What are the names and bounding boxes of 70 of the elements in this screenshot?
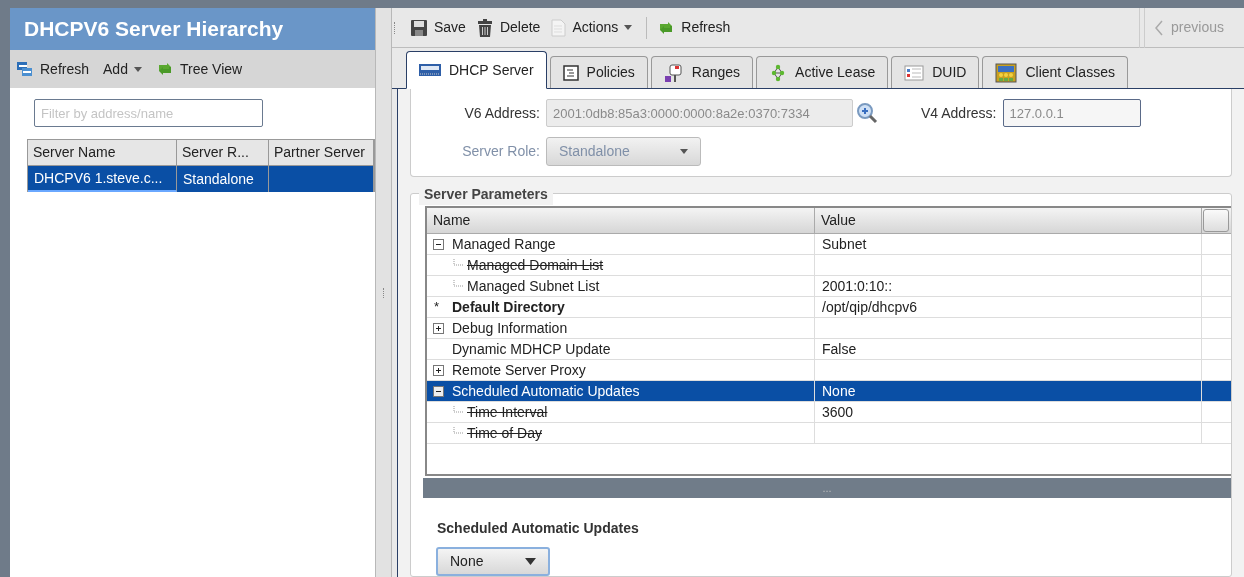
add-menu-button[interactable]: Add <box>103 58 142 80</box>
column-header[interactable]: Value <box>815 208 1202 233</box>
toolbar-button[interactable]: Delete <box>475 17 541 38</box>
column-header[interactable]: Partner Server <box>269 140 374 165</box>
field-label: V4 Address: <box>921 103 997 123</box>
parameter-value: Subnet <box>822 234 867 254</box>
parameter-name: Remote Server Proxy <box>452 360 586 380</box>
tree-row[interactable]: Managed Subnet List 2001:0:10:: <box>427 276 1231 297</box>
panel-title: DHCPV6 Server Hierarchy <box>10 8 375 50</box>
parameter-value: None <box>822 381 856 401</box>
field-label: Server Role: <box>461 142 541 161</box>
trash-icon <box>475 18 494 37</box>
parameter-name: Time Interval <box>467 402 548 422</box>
toolbar-button[interactable]: Save <box>410 17 466 38</box>
required-mark: * <box>433 298 441 317</box>
filter-field[interactable]: Filter by address/name <box>34 99 263 127</box>
schedule-dropdown[interactable]: None <box>436 547 550 576</box>
detail-title: Scheduled Automatic Updates <box>437 519 640 538</box>
tree-row[interactable]: Managed Range Subnet <box>427 234 1231 255</box>
tab[interactable]: DUID <box>891 56 980 88</box>
tree-row[interactable]: Scheduled Automatic Updates None <box>427 381 1231 402</box>
parameter-name: Managed Subnet List <box>467 276 600 296</box>
column-header[interactable]: Name <box>427 208 815 233</box>
column-header[interactable]: Server R... <box>177 140 269 165</box>
parameter-name: Debug Information <box>452 318 568 338</box>
tree-row[interactable]: Dynamic MDHCP Update False <box>427 339 1231 360</box>
column-header[interactable]: Server Name <box>28 140 177 165</box>
toolbar-button[interactable]: Tree View <box>155 58 243 80</box>
tab[interactable]: Client Classes <box>982 56 1128 88</box>
tab[interactable]: DHCP Server <box>406 51 547 89</box>
toolbar-button[interactable]: Refresh <box>16 58 90 80</box>
parameter-value: 2001:0:10:: <box>822 276 893 296</box>
caret-icon <box>525 558 536 565</box>
document-icon <box>550 18 567 37</box>
save-icon <box>410 18 428 37</box>
caret-icon <box>680 149 688 154</box>
parameter-name: Managed Domain List <box>467 255 604 275</box>
parameter-name: Scheduled Automatic Updates <box>452 381 640 401</box>
people-group-icon <box>995 62 1018 83</box>
zoom-in-icon[interactable] <box>856 102 878 124</box>
table-cell: DHCPV6 1.steve.c... <box>28 166 177 192</box>
tab[interactable]: Policies <box>549 56 648 88</box>
server-card-icon <box>419 63 441 77</box>
toolbar-button[interactable]: Actions <box>550 17 633 38</box>
table-icon <box>904 64 925 81</box>
mailbox-icon <box>663 62 684 83</box>
chevron-left-icon <box>1155 19 1164 36</box>
tree-row[interactable]: Debug Information <box>427 318 1231 339</box>
collapse-icon[interactable] <box>433 238 444 250</box>
parameter-name: Default Directory <box>452 297 565 317</box>
expand-icon[interactable] <box>433 364 444 376</box>
caret-icon <box>624 25 633 30</box>
parameter-name: Managed Range <box>452 234 556 254</box>
parameter-value: False <box>822 339 857 359</box>
parameter-name: Time of Day <box>467 423 542 443</box>
caret-icon <box>133 66 142 72</box>
list-document-icon <box>562 64 579 81</box>
table-cell: Standalone <box>177 166 269 192</box>
collapse-icon[interactable] <box>433 385 444 397</box>
parameter-value: /opt/qip/dhcpv6 <box>822 297 917 317</box>
parameter-value: 3600 <box>822 402 854 422</box>
field-label: V6 Address: <box>463 103 541 123</box>
tab[interactable]: Ranges <box>650 56 754 88</box>
parameter-name: Dynamic MDHCP Update <box>452 339 611 359</box>
tab[interactable]: Active Lease <box>756 56 889 88</box>
toolbar-button[interactable]: Refresh <box>657 17 731 38</box>
column-chooser-button[interactable] <box>1203 209 1229 232</box>
table-row[interactable]: DHCPV6 1.steve.c... Standalone <box>27 166 375 192</box>
expand-icon[interactable] <box>433 322 444 334</box>
tree-row[interactable]: * Default Directory /opt/qip/dhcpv6 <box>427 297 1231 318</box>
